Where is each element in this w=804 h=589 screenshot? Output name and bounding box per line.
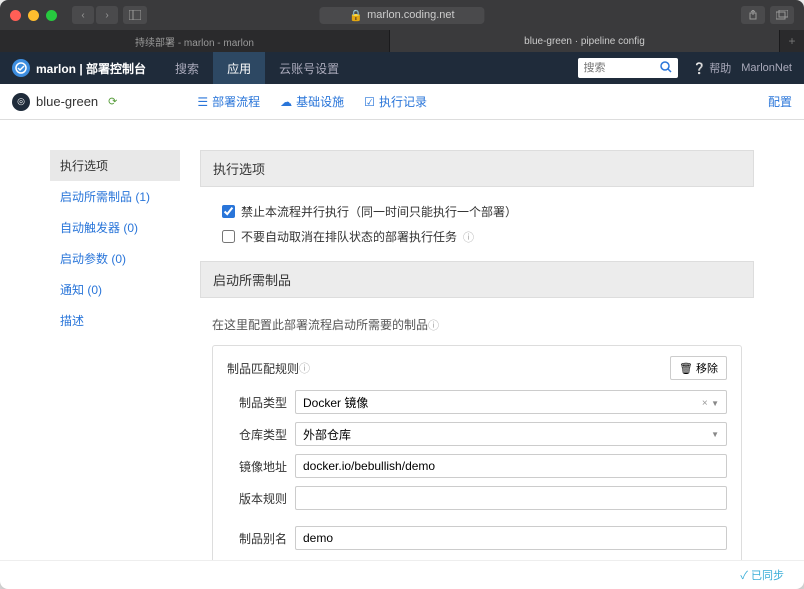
browser-tab-1[interactable]: 持续部署 - marlon - marlon [0, 30, 390, 52]
version-input[interactable] [295, 486, 727, 510]
image-input[interactable] [295, 454, 727, 478]
tab-infrastructure[interactable]: ☁ 基础设施 [280, 93, 344, 110]
alias-input[interactable] [295, 526, 727, 550]
sync-icon: ✓ [740, 570, 748, 582]
user-menu[interactable]: MarlonNet [741, 62, 792, 74]
url-bar[interactable]: 🔒 marlon.coding.net [319, 7, 484, 24]
cb-disable-parallel[interactable]: 禁止本流程并行执行（同一时间只能执行一个部署） [212, 199, 742, 224]
tab-pipeline[interactable]: ☰ 部署流程 [197, 93, 260, 110]
nav-cloud[interactable]: 云账号设置 [265, 52, 353, 84]
tab-executions[interactable]: ☑ 执行记录 [364, 93, 427, 110]
cloud-icon: ☁ [280, 95, 292, 109]
cb-no-auto-cancel-input[interactable] [222, 230, 235, 243]
traffic-lights [10, 10, 57, 21]
back-button[interactable]: ‹ [72, 6, 94, 24]
pipeline-name[interactable]: ◎ blue-green ⟳ [12, 93, 117, 111]
minimize-window-button[interactable] [28, 10, 39, 21]
artifacts-desc: 在这里配置此部署流程启动所需要的制品ⓘ [212, 310, 742, 345]
window-titlebar: ‹ › 🔒 marlon.coding.net [0, 0, 804, 30]
list-icon: ☰ [197, 95, 208, 109]
rule-title: 制品匹配规则 [227, 360, 299, 377]
remove-button[interactable]: 🗑 移除 [670, 356, 727, 380]
artifact-rule-section: 制品匹配规则 ⓘ 🗑 移除 制品类型 Docker 镜像 × ▼ [212, 345, 742, 560]
share-button[interactable] [741, 6, 765, 24]
main-panel: 执行选项 禁止本流程并行执行（同一时间只能执行一个部署） 不要自动取消在排队状态… [200, 150, 754, 530]
exec-options-title: 执行选项 [200, 150, 754, 187]
header-search[interactable] [578, 58, 678, 78]
new-tab-button[interactable]: + [780, 30, 804, 52]
search-icon [660, 61, 672, 76]
trash-icon: 🗑 [679, 362, 693, 375]
side-item-triggers[interactable]: 自动触发器 (0) [50, 212, 180, 243]
cb-no-auto-cancel[interactable]: 不要自动取消在排队状态的部署执行任务 ⓘ [212, 224, 742, 249]
side-item-artifacts[interactable]: 启动所需制品 (1) [50, 181, 180, 212]
sidebar-toggle[interactable] [123, 6, 147, 24]
side-item-notify[interactable]: 通知 (0) [50, 274, 180, 305]
content-area: 执行选项 启动所需制品 (1) 自动触发器 (0) 启动参数 (0) 通知 (0… [0, 120, 804, 560]
image-label: 镜像地址 [227, 458, 295, 475]
lock-icon: 🔒 [349, 9, 363, 22]
alias-label: 制品别名 [227, 530, 295, 547]
side-item-description[interactable]: 描述 [50, 305, 180, 336]
url-text: marlon.coding.net [367, 9, 454, 21]
help-icon: ❔ [693, 62, 707, 75]
help-icon[interactable]: ⓘ [299, 360, 310, 376]
browser-tab-2[interactable]: blue-green · pipeline config [390, 30, 780, 52]
chevron-down-icon: ▼ [711, 430, 719, 439]
forward-button[interactable]: › [96, 6, 118, 24]
clear-icon[interactable]: × [702, 398, 708, 409]
close-window-button[interactable] [10, 10, 21, 21]
refresh-icon[interactable]: ⟳ [108, 95, 117, 108]
pipeline-icon: ◎ [12, 93, 30, 111]
nav-app[interactable]: 应用 [213, 52, 265, 84]
tabs-button[interactable] [770, 6, 794, 24]
side-item-params[interactable]: 启动参数 (0) [50, 243, 180, 274]
config-link[interactable]: 配置 [768, 93, 792, 110]
cb-disable-parallel-input[interactable] [222, 205, 235, 218]
chevron-down-icon: ▼ [711, 399, 719, 408]
version-label: 版本规则 [227, 490, 295, 507]
sync-status: ✓ 已同步 [0, 560, 804, 589]
repo-select[interactable]: 外部仓库 ▼ [295, 422, 727, 446]
help-icon[interactable]: ⓘ [463, 229, 474, 245]
artifacts-title: 启动所需制品 [200, 261, 754, 298]
repo-label: 仓库类型 [227, 426, 295, 443]
search-input[interactable] [584, 62, 660, 74]
side-menu: 执行选项 启动所需制品 (1) 自动触发器 (0) 启动参数 (0) 通知 (0… [50, 150, 180, 530]
maximize-window-button[interactable] [46, 10, 57, 21]
type-label: 制品类型 [227, 394, 295, 411]
side-item-exec-options[interactable]: 执行选项 [50, 150, 180, 181]
browser-tabs: 持续部署 - marlon - marlon blue-green · pipe… [0, 30, 804, 52]
check-icon: ☑ [364, 95, 375, 109]
help-icon[interactable]: ⓘ [428, 320, 439, 332]
app-logo[interactable]: marlon | 部署控制台 [12, 59, 146, 77]
nav-search[interactable]: 搜索 [161, 52, 213, 84]
help-link[interactable]: ❔ 帮助 [693, 60, 732, 76]
sub-header: ◎ blue-green ⟳ ☰ 部署流程 ☁ 基础设施 ☑ 执行记录 配置 [0, 84, 804, 120]
app-title: marlon | 部署控制台 [36, 60, 146, 77]
app-header: marlon | 部署控制台 搜索 应用 云账号设置 ❔ 帮助 MarlonNe… [0, 52, 804, 84]
type-select[interactable]: Docker 镜像 × ▼ [295, 390, 727, 414]
logo-icon [12, 59, 30, 77]
